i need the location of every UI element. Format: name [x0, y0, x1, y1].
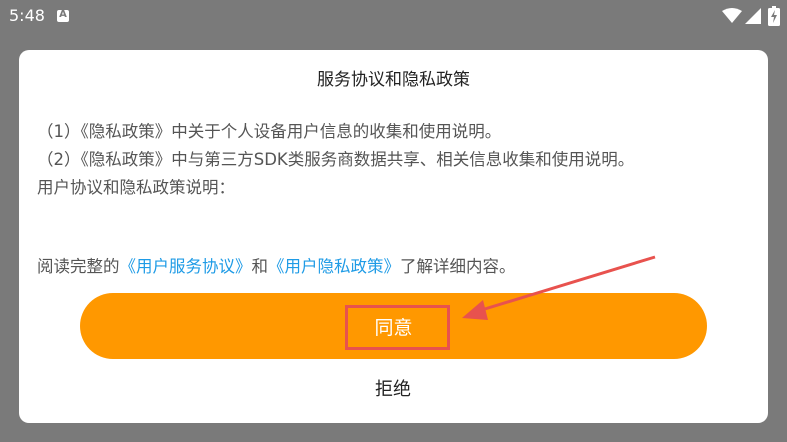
highlight-box: [345, 305, 450, 350]
signal-icon: [745, 8, 761, 24]
read-full-line: 阅读完整的《用户服务协议》和《用户隐私政策》了解详细内容。: [37, 253, 737, 281]
user-service-agreement-link[interactable]: 《用户服务协议》: [120, 257, 252, 276]
body-item-1: （1）《隐私政策》中关于个人设备用户信息的收集和使用说明。: [37, 122, 502, 141]
dialog-body: （1）《隐私政策》中关于个人设备用户信息的收集和使用说明。 （2）《隐私政策》中…: [37, 118, 737, 202]
battery-charging-icon: [768, 6, 780, 26]
privacy-dialog: 服务协议和隐私政策 （1）《隐私政策》中关于个人设备用户信息的收集和使用说明。 …: [19, 50, 768, 423]
dialog-title: 服务协议和隐私政策: [317, 70, 470, 90]
read-prefix: 阅读完整的: [37, 257, 120, 276]
user-privacy-policy-link[interactable]: 《用户隐私政策》: [268, 257, 400, 276]
status-bar: 5:48 A: [0, 0, 787, 32]
body-note: 用户协议和隐私政策说明：: [37, 178, 235, 197]
body-item-2: （2）《隐私政策》中与第三方SDK类服务商数据共享、相关信息收集和使用说明。: [37, 150, 635, 169]
read-suffix: 了解详细内容。: [400, 257, 516, 276]
notification-label: A: [59, 9, 67, 20]
reject-button[interactable]: 拒绝: [343, 375, 443, 405]
a-letter-icon: A: [57, 9, 69, 22]
and-text: 和: [251, 257, 269, 276]
status-time: 5:48: [9, 6, 45, 25]
wifi-icon: [722, 8, 742, 23]
